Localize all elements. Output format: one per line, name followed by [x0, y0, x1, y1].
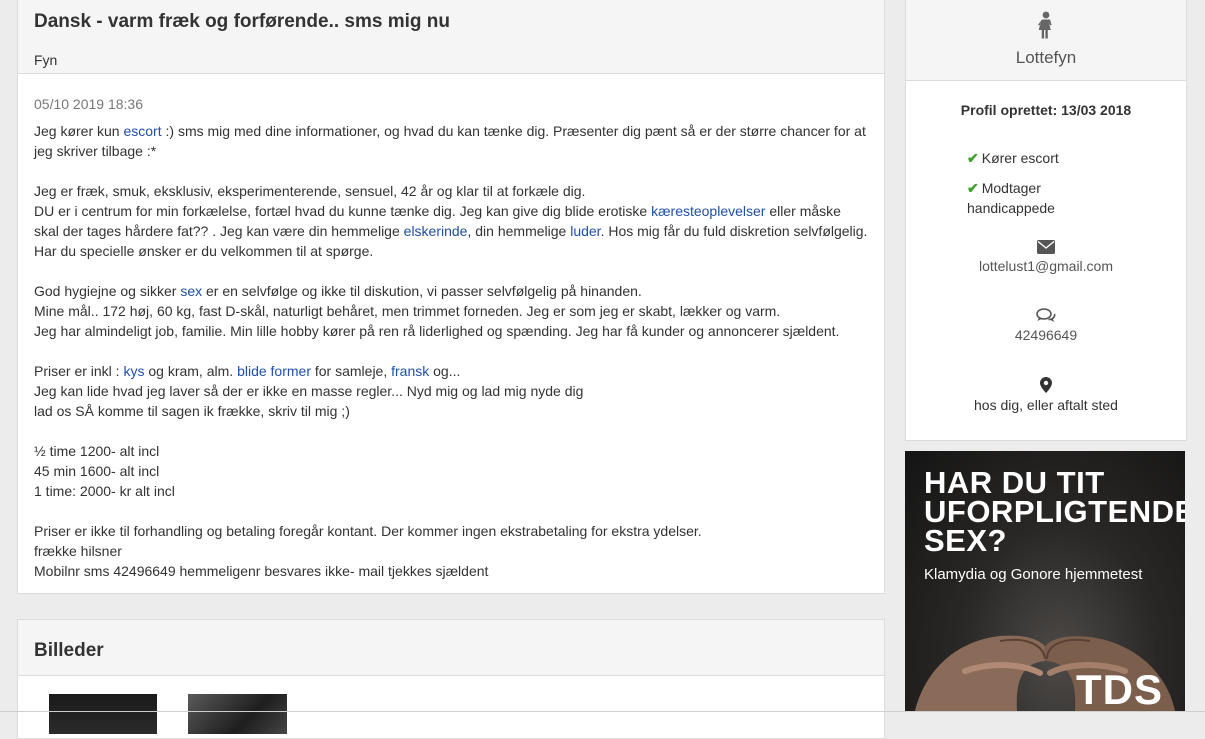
description-text: 1 time: 2000- kr alt incl	[34, 483, 175, 499]
check-item: ✔ Kører escort	[967, 148, 1186, 168]
description-text: ½ time 1200- alt incl	[34, 443, 160, 459]
description-text: frække hilsner	[34, 543, 122, 559]
gallery-thumbnail[interactable]	[188, 694, 287, 734]
ad-title: Dansk - varm fræk og forførende.. sms mi…	[34, 11, 450, 32]
location-block: hos dig, eller aftalt sted	[906, 377, 1186, 413]
location-text: hos dig, eller aftalt sted	[974, 397, 1118, 413]
ad-body: 05/10 2019 18:36 Jeg kører kun escort :)…	[18, 74, 884, 581]
description-paragraph: Priser er inkl : kys og kram, alm. blide…	[34, 361, 868, 421]
description-text: God hygiejne og sikker	[34, 283, 181, 299]
description-text: og kram, alm.	[144, 363, 238, 379]
description-text: Priser er inkl :	[34, 363, 124, 379]
description-text: DU er i centrum for min forkælelse, fort…	[34, 203, 652, 219]
chat-bubbles-icon	[906, 308, 1186, 323]
keyword-link[interactable]: blide former	[237, 363, 311, 379]
keyword-link[interactable]: fransk	[391, 363, 429, 379]
envelope-icon	[906, 240, 1186, 254]
profile-created: Profil oprettet: 13/03 2018	[960, 102, 1132, 118]
gallery-panel: Billeder	[17, 619, 885, 739]
description-paragraph: Priser er ikke til forhandling og betali…	[34, 521, 868, 581]
gallery-thumbnail[interactable]	[49, 694, 157, 734]
description-text: 45 min 1600- alt incl	[34, 463, 160, 479]
email-block: lottelust1@gmail.com	[906, 240, 1186, 274]
description-text: Har du specielle ønsker er du velkommen …	[34, 243, 374, 259]
female-icon	[906, 11, 1186, 39]
ad-date: 05/10 2019 18:36	[34, 96, 143, 112]
phone-number[interactable]: 42496649	[906, 327, 1186, 343]
description-text: . Hos mig får du fuld diskretion selvføl…	[600, 223, 868, 239]
description-text: og...	[429, 363, 461, 379]
banner-headline: HAR DU TIT UFORPLIGTENDE SEX?	[924, 465, 1185, 558]
ad-description: Jeg kører kun escort :) sms mig med dine…	[34, 121, 868, 581]
keyword-link[interactable]: elskerinde	[404, 223, 468, 239]
ad-header: Dansk - varm fræk og forførende.. sms mi…	[18, 0, 884, 74]
description-text: Mine mål.. 172 høj, 60 kg, fast D-skål, …	[34, 303, 781, 319]
keyword-link[interactable]: kæresteoplevelser	[651, 203, 765, 219]
description-text: er en selvfølge og ikke til diskution, v…	[202, 283, 642, 299]
gallery-title: Billeder	[34, 640, 104, 661]
ad-region: Fyn	[34, 52, 58, 68]
banner-logo: TDS	[1076, 666, 1163, 711]
checkmark-icon: ✔	[967, 180, 979, 196]
description-text: Jeg har almindeligt job, familie. Min li…	[34, 323, 840, 339]
description-text: Jeg kører kun	[34, 123, 124, 139]
description-text: for samleje,	[310, 363, 392, 379]
description-paragraph: ½ time 1200- alt incl 45 min 1600- alt in…	[34, 441, 868, 501]
phone-block: 42496649	[906, 308, 1186, 343]
check-item: ✔ Modtager handicappede	[967, 178, 1107, 218]
keyword-link[interactable]: sex	[180, 283, 202, 299]
banner-subline: Klamydia og Gonore hjemmetest	[924, 566, 1143, 583]
description-paragraph: Jeg er fræk, smuk, eksklusiv, eksperimen…	[34, 181, 868, 261]
description-text: , din hemmelige	[467, 223, 571, 239]
description-text: Jeg kan lide hvad jeg laver så der er ik…	[34, 383, 584, 399]
ad-panel: Dansk - varm fræk og forførende.. sms mi…	[17, 0, 885, 594]
description-paragraph: Jeg kører kun escort :) sms mig med dine…	[34, 121, 868, 161]
advertisement-banner[interactable]: HAR DU TIT UFORPLIGTENDE SEX? Klamydia o…	[905, 451, 1185, 711]
keyword-link[interactable]: kys	[123, 363, 144, 379]
keyword-link[interactable]: escort	[123, 123, 161, 139]
description-paragraph: God hygiejne og sikker sex er en selvføl…	[34, 281, 868, 341]
check-label: Kører escort	[981, 150, 1059, 166]
description-text: Priser er ikke til forhandling og betali…	[34, 523, 702, 539]
profile-panel: Lottefyn Profil oprettet: 13/03 2018 ✔ Kø…	[905, 0, 1187, 441]
profile-name[interactable]: Lottefyn	[906, 48, 1186, 68]
gallery-header: Billeder	[18, 620, 884, 676]
check-label: Modtager handicappede	[967, 180, 1055, 216]
page-divider	[0, 711, 1205, 712]
keyword-link[interactable]: luder	[570, 223, 600, 239]
description-text: Jeg er fræk, smuk, eksklusiv, eksperimen…	[34, 183, 586, 199]
description-text: lad os SÅ komme til sagen ik frække, skr…	[34, 403, 350, 419]
checkmark-icon: ✔	[967, 150, 979, 166]
map-marker-icon	[906, 377, 1186, 393]
description-text: Mobilnr sms 42496649 hemmeligenr besvare…	[34, 563, 489, 579]
service-checklist: ✔ Kører escort ✔ Modtager handicappede	[906, 148, 1186, 218]
email-address[interactable]: lottelust1@gmail.com	[906, 258, 1186, 274]
profile-header: Lottefyn	[906, 0, 1186, 81]
